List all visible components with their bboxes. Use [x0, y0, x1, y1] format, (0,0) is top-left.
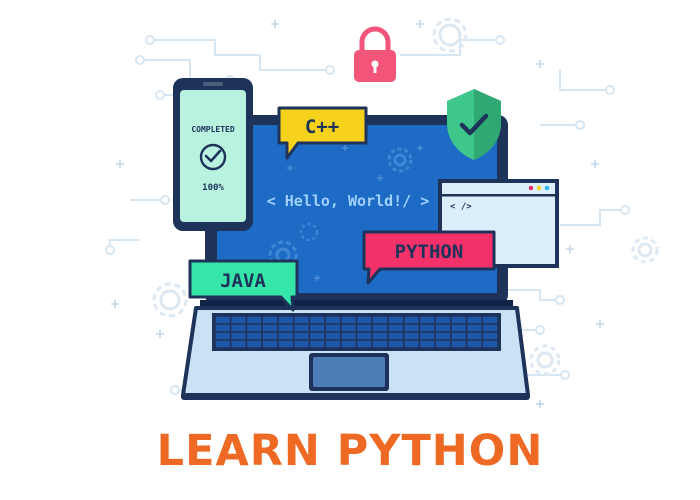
keyboard-key — [215, 316, 230, 324]
keyboard-key — [278, 324, 293, 332]
keyboard-key — [263, 340, 278, 348]
keyboard-key — [263, 332, 278, 340]
keyboard-key — [420, 332, 435, 340]
keyboard-key — [341, 340, 356, 348]
screen-code-text: < Hello, World!/ > — [267, 192, 430, 210]
keyboard-key — [278, 332, 293, 340]
keyboard-key — [435, 332, 450, 340]
keyboard-key — [435, 340, 450, 348]
code-window-tag: < /> — [450, 202, 472, 212]
keyboard-key — [373, 316, 388, 324]
keyboard-key — [373, 324, 388, 332]
keyboard-key — [278, 316, 293, 324]
keyboard-key — [420, 324, 435, 332]
keyboard-key — [451, 324, 466, 332]
phone-speaker — [203, 82, 223, 86]
keyboard-key — [215, 324, 230, 332]
keyboard-key — [325, 316, 340, 324]
keyboard-key — [373, 340, 388, 348]
keyboard-key — [467, 324, 482, 332]
gear-icon — [631, 236, 659, 264]
keyboard-key — [404, 340, 419, 348]
keyboard-key — [325, 340, 340, 348]
lock-icon — [354, 26, 396, 82]
keyboard-key — [325, 332, 340, 340]
keyboard-key — [420, 316, 435, 324]
keyboard-key — [388, 332, 403, 340]
keyboard-key — [247, 316, 262, 324]
keyboard-key — [373, 332, 388, 340]
page-title: LEARN PYTHON — [157, 426, 544, 476]
phone: COMPLETED 100% — [173, 78, 253, 231]
laptop-trackpad — [313, 357, 385, 387]
keyboard-key — [483, 316, 498, 324]
keyboard-key — [451, 340, 466, 348]
keyboard-key — [467, 332, 482, 340]
keyboard-key — [231, 316, 246, 324]
keyboard-key — [467, 316, 482, 324]
cpp-label: C++ — [305, 116, 339, 138]
keyboard-key — [294, 324, 309, 332]
keyboard-key — [420, 340, 435, 348]
keyboard-key — [247, 340, 262, 348]
illustration-stage: < Hello, World!/ > COMPLETED 100% < /> C… — [0, 0, 700, 500]
keyboard-key — [341, 332, 356, 340]
keyboard-key — [215, 332, 230, 340]
keyboard-key — [357, 316, 372, 324]
python-label: PYTHON — [395, 241, 464, 263]
keyboard-key — [294, 316, 309, 324]
keyboard-key — [467, 340, 482, 348]
java-label: JAVA — [220, 270, 266, 292]
keyboard-key — [388, 324, 403, 332]
keyboard-key — [451, 316, 466, 324]
keyboard-key — [294, 332, 309, 340]
keyboard-key — [357, 340, 372, 348]
keyboard-key — [310, 316, 325, 324]
keyboard-key — [278, 340, 293, 348]
keyboard-key — [310, 332, 325, 340]
keyboard-key — [388, 340, 403, 348]
keyboard-key — [404, 316, 419, 324]
keyboard-key — [310, 340, 325, 348]
keyboard-key — [435, 316, 450, 324]
phone-screen — [180, 90, 246, 222]
keyboard-key — [404, 332, 419, 340]
phone-progress-label: 100% — [202, 183, 224, 193]
gear-icon — [432, 17, 468, 53]
keyboard-key — [231, 340, 246, 348]
keyboard-key — [294, 340, 309, 348]
keyboard-key — [263, 324, 278, 332]
keyboard-key — [341, 316, 356, 324]
keyboard-key — [483, 340, 498, 348]
keyboard-key — [247, 332, 262, 340]
keyboard-key — [435, 324, 450, 332]
keyboard-key — [483, 324, 498, 332]
keyboard-key — [231, 324, 246, 332]
keyboard-key — [247, 324, 262, 332]
keyboard-key — [231, 332, 246, 340]
keyboard-key — [341, 324, 356, 332]
window-dot-red — [528, 185, 534, 191]
learn-python-illustration: < Hello, World!/ > COMPLETED 100% < /> C… — [105, 17, 659, 476]
keyboard-key — [451, 332, 466, 340]
keyboard-key — [357, 332, 372, 340]
keyboard-key — [310, 324, 325, 332]
keyboard-key — [325, 324, 340, 332]
window-dot-yellow — [536, 185, 542, 191]
keyboard-key — [263, 316, 278, 324]
laptop-bottom-edge — [181, 393, 530, 400]
keyboard-key — [483, 332, 498, 340]
keyboard-key — [404, 324, 419, 332]
gear-icon — [152, 282, 188, 318]
window-dot-blue — [544, 185, 550, 191]
keyboard-key — [388, 316, 403, 324]
gear-icon — [529, 344, 561, 376]
keyboard-key — [215, 340, 230, 348]
keyboard-key — [357, 324, 372, 332]
phone-status-label: COMPLETED — [191, 125, 235, 134]
